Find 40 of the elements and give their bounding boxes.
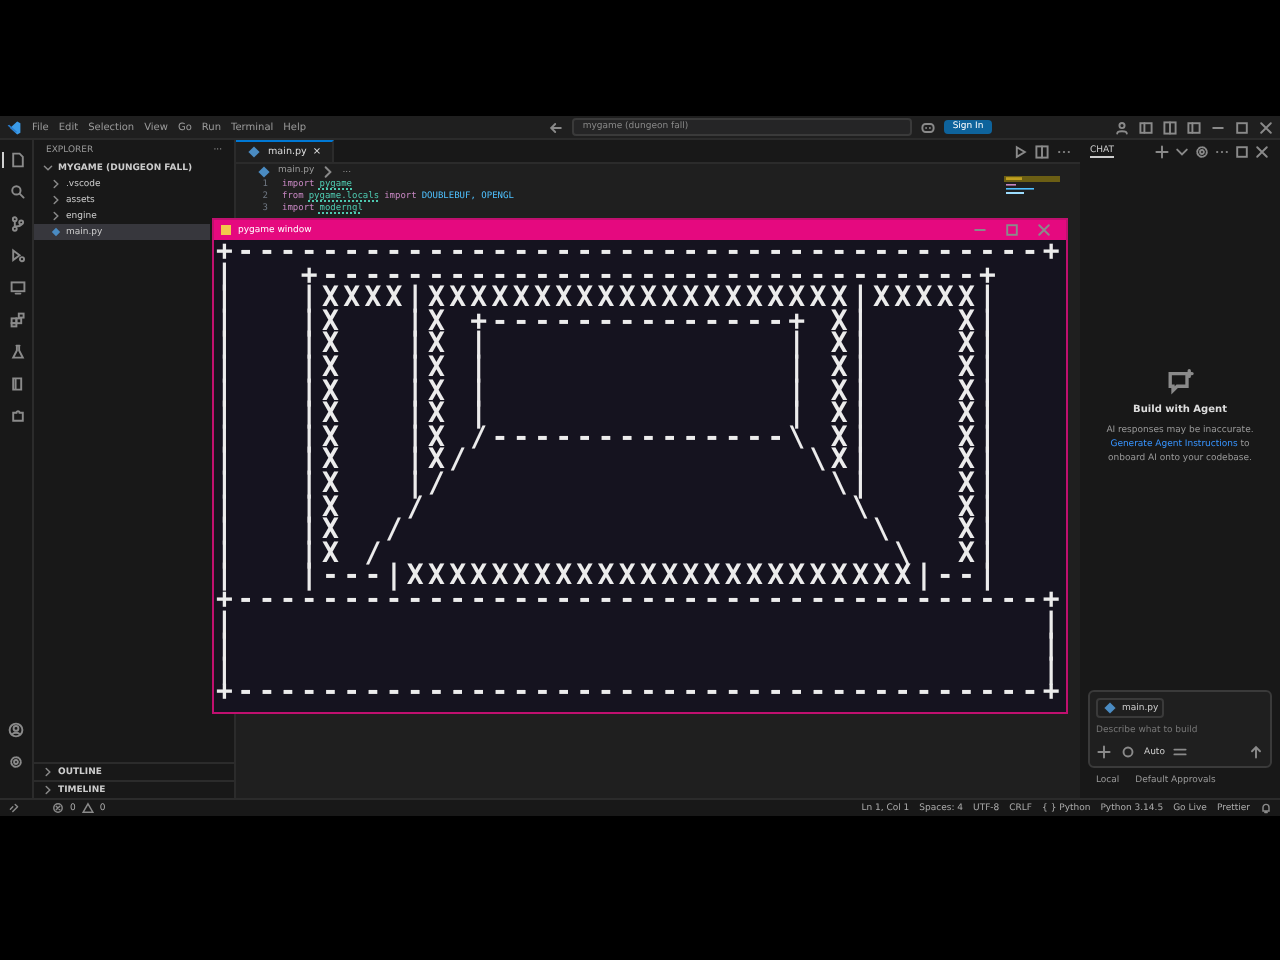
settings-sliders-icon [1172, 744, 1189, 760]
extensions-icon [9, 312, 25, 328]
split-editor-icon [1034, 143, 1050, 159]
add-icon [1096, 744, 1112, 760]
files-icon [9, 152, 25, 168]
close-icon [1254, 143, 1270, 159]
send-icon [1248, 744, 1264, 760]
ascii-art: +--------------------------------------+ | +-------------------------------+ | |XXXX|XXXXXXXXXXXXXXXXXXXX|XXXXX| | |X |X +--------------+ X| X| | |X |X | | X| X| | |X |X | | X| X| | |X |X | | X| X| | |X |X | | X| X| | |X |X /--------------\ X| X| | |X |X/ \X| X| | |X |/ \| X| | |X / \ X| | |X / \ X| | |X / \ X| | |---|XXXXXXXXXXXXXXXXXXXXXXXX|--| +--------------------------------------+ | | | | | | +--------------------------------------+ [214, 240, 1066, 706]
python-file-icon [50, 226, 62, 238]
error-icon [52, 802, 64, 814]
chevron-down-icon [1174, 143, 1190, 159]
close-icon [1258, 119, 1274, 135]
layout-icon [1138, 119, 1154, 135]
copilot-icon [920, 119, 937, 135]
monitor-icon [9, 280, 25, 296]
minimap-drawing [1004, 176, 1060, 194]
chat-bubble-icon [1166, 367, 1194, 395]
warning-icon [81, 802, 94, 814]
search-icon [9, 184, 25, 200]
branch-icon [9, 216, 25, 232]
bell-icon [1260, 802, 1272, 814]
remote-icon [8, 802, 20, 814]
settings-icon [1194, 143, 1210, 159]
layout-icon [1186, 119, 1202, 135]
back-arrow-icon [548, 119, 565, 135]
pygame-logo-icon [220, 224, 232, 236]
play-bug-icon [9, 248, 25, 264]
add-icon [1154, 143, 1170, 159]
vscode-logo-icon [6, 119, 22, 135]
chevron-icon [320, 163, 337, 179]
person-icon [1114, 119, 1130, 135]
run-icon [1012, 143, 1028, 159]
close-icon [1036, 222, 1052, 238]
book-icon [9, 376, 25, 392]
python-file-icon [1102, 700, 1118, 716]
settings-icon [8, 754, 24, 770]
split-editor-icon [1162, 119, 1178, 135]
flask-icon [9, 344, 25, 360]
account-icon [8, 722, 24, 738]
maximize-icon [1004, 222, 1020, 238]
